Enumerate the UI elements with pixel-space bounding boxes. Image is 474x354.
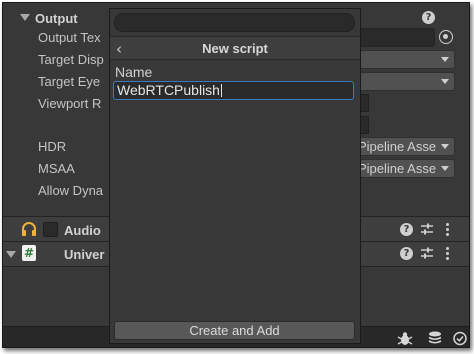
section-title: Output <box>35 11 78 26</box>
popup-header: ‹ New script <box>110 36 360 60</box>
layers-icon[interactable] <box>427 331 443 346</box>
help-icon[interactable]: ? <box>422 11 435 24</box>
script-hash-icon: # <box>22 245 36 261</box>
object-picker-icon[interactable] <box>439 30 453 44</box>
headphones-icon <box>22 222 36 236</box>
audio-enabled-checkbox[interactable] <box>43 222 58 237</box>
bug-icon[interactable] <box>397 331 413 346</box>
foldout-expanded-icon[interactable] <box>6 251 16 258</box>
create-and-add-button[interactable]: Create and Add <box>114 321 355 340</box>
audio-component-title: Audio <box>64 223 101 238</box>
text-caret <box>220 84 222 97</box>
add-component-popup: ‹ New script Name WebRTCPublish Create a… <box>109 8 361 344</box>
property-label-viewport-rect: Viewport R <box>38 96 102 111</box>
help-icon[interactable]: ? <box>400 223 413 236</box>
chevron-down-icon <box>441 166 449 171</box>
chevron-down-icon <box>441 57 449 62</box>
hdr-dropdown-value: Pipeline Asse <box>358 139 437 154</box>
popup-title: New script <box>202 41 268 56</box>
property-label-msaa: MSAA <box>38 161 75 176</box>
inspector-window: Output ? Output Tex Target Disp Target E… <box>2 2 470 348</box>
property-label-output-texture: Output Tex <box>38 30 101 45</box>
target-display-dropdown[interactable] <box>355 50 455 69</box>
foldout-expanded-icon[interactable] <box>20 14 30 21</box>
chevron-down-icon <box>441 79 449 84</box>
help-icon[interactable]: ? <box>400 247 413 260</box>
property-label-allow-dynamic-resolution: Allow Dyna <box>38 183 104 198</box>
msaa-dropdown-value: Pipeline Asse <box>358 161 437 176</box>
presets-sliders-icon[interactable] <box>421 223 433 235</box>
more-options-icon[interactable] <box>446 247 450 261</box>
script-name-value: WebRTCPublish <box>117 82 220 98</box>
universal-component-title: Univer <box>64 247 105 262</box>
output-texture-field[interactable] <box>355 28 435 47</box>
check-circle-icon[interactable] <box>452 331 468 346</box>
search-input[interactable] <box>114 13 355 32</box>
more-options-icon[interactable] <box>446 223 450 237</box>
property-label-target-eye: Target Eye <box>38 74 101 89</box>
name-field-label: Name <box>115 64 153 80</box>
msaa-dropdown[interactable]: Pipeline Asse <box>355 159 455 178</box>
hdr-dropdown[interactable]: Pipeline Asse <box>355 137 455 156</box>
property-label-target-display: Target Disp <box>38 52 104 67</box>
target-eye-dropdown[interactable] <box>355 72 455 91</box>
presets-sliders-icon[interactable] <box>421 247 433 259</box>
property-label-hdr: HDR <box>38 139 67 154</box>
chevron-down-icon <box>441 144 449 149</box>
script-name-input[interactable]: WebRTCPublish <box>113 81 354 100</box>
